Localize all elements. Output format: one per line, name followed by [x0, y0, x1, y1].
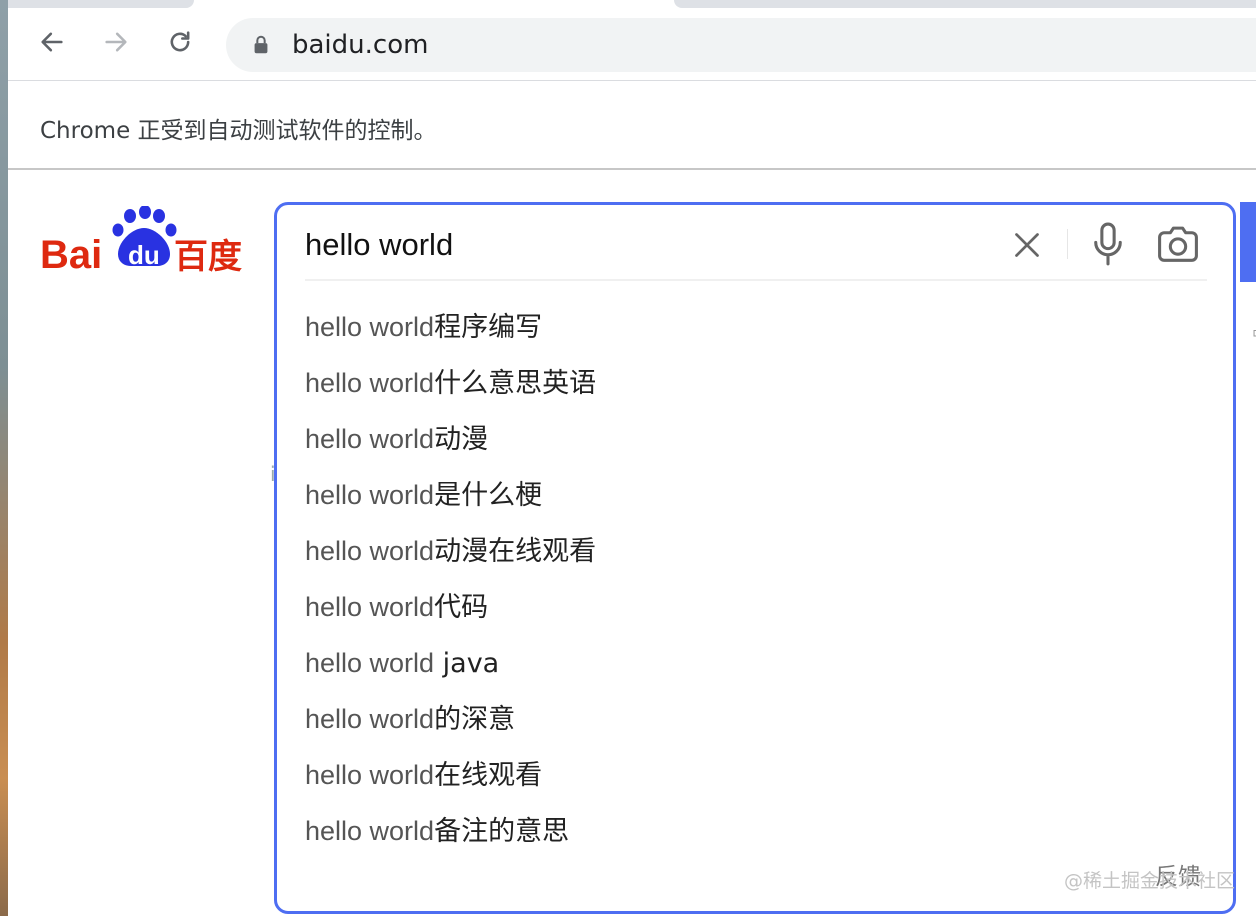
back-arrow-icon: [41, 32, 63, 52]
suggestion-item[interactable]: hello world什么意思英语: [277, 355, 1233, 411]
suggestion-query-part: hello world: [305, 816, 435, 846]
reload-icon: [170, 31, 190, 52]
baidu-logo[interactable]: Bai du 百度: [38, 206, 248, 276]
suggestion-query-part: hello world: [305, 760, 435, 790]
camera-icon[interactable]: [1155, 223, 1201, 267]
tab-next[interactable]: [674, 0, 1256, 8]
back-button[interactable]: [34, 24, 70, 60]
suggestion-item[interactable]: hello world代码: [277, 579, 1233, 635]
suggestion-completion: 在线观看: [434, 760, 543, 791]
suggestion-query-part: hello world: [305, 648, 435, 678]
tab-previous[interactable]: [8, 0, 194, 8]
suggestion-item[interactable]: hello world是什么梗: [277, 467, 1233, 523]
forward-arrow-icon: [105, 32, 127, 52]
suggestion-item[interactable]: hello world在线观看: [277, 747, 1233, 803]
clear-icon[interactable]: [1009, 227, 1045, 263]
svg-text:百度: 百度: [174, 237, 242, 276]
suggestion-completion: 代码: [434, 592, 489, 623]
tab-strip: [8, 0, 1256, 10]
obscured-icon-fragment: ▭: [1252, 322, 1256, 343]
suggestion-divider: [305, 279, 1207, 281]
suggestion-completion: 备注的意思: [434, 816, 570, 847]
suggestion-completion: 是什么梗: [434, 480, 543, 511]
suggestion-item[interactable]: hello world java: [277, 635, 1233, 691]
suggestion-item[interactable]: hello world备注的意思: [277, 803, 1233, 859]
microphone-icon[interactable]: [1089, 221, 1127, 267]
icon-separator: [1067, 229, 1068, 259]
lock-icon[interactable]: [250, 34, 272, 56]
suggestion-completion: 动漫: [434, 424, 489, 455]
suggestion-item[interactable]: hello world的深意: [277, 691, 1233, 747]
suggestion-item[interactable]: hello world程序编写: [277, 299, 1233, 355]
suggestion-query-part: hello world: [305, 592, 435, 622]
forward-button[interactable]: [98, 24, 134, 60]
suggestion-completion: 动漫在线观看: [434, 536, 597, 567]
search-input[interactable]: [305, 223, 945, 267]
watermark: @稀土掘金技术社区: [1064, 870, 1236, 892]
address-bar[interactable]: baidu.com: [226, 18, 1256, 72]
suggestion-query-part: hello world: [305, 704, 435, 734]
suggestion-completion: 什么意思英语: [434, 368, 597, 399]
suggestion-completion: java: [434, 648, 500, 679]
baidu-page: Bai du 百度 i ▭ hello world程序编写hello world…: [8, 172, 1256, 916]
suggestion-item[interactable]: hello world动漫在线观看: [277, 523, 1233, 579]
svg-text:Bai: Bai: [40, 233, 102, 276]
suggestion-completion: 的深意: [434, 704, 516, 735]
suggestion-query-part: hello world: [305, 424, 435, 454]
search-button-edge[interactable]: [1240, 202, 1256, 282]
infobar-text: Chrome 正受到自动测试软件的控制。: [40, 118, 437, 144]
svg-text:du: du: [128, 240, 160, 270]
browser-toolbar: baidu.com: [8, 10, 1256, 80]
suggestion-item[interactable]: hello world动漫: [277, 411, 1233, 467]
browser-window: baidu.com Chrome 正受到自动测试软件的控制。 Bai du 百度…: [8, 0, 1256, 916]
search-box: hello world程序编写hello world什么意思英语hello wo…: [274, 202, 1236, 914]
suggestion-query-part: hello world: [305, 480, 435, 510]
suggestion-list: hello world程序编写 hello world什么意思英语 hello wo…: [277, 299, 1233, 859]
suggestion-query-part: hello world: [305, 536, 435, 566]
suggestion-completion: 程序编写: [434, 312, 543, 343]
url-text[interactable]: baidu.com: [292, 30, 428, 60]
suggestion-query-part: hello world: [305, 312, 435, 342]
reload-button[interactable]: [162, 24, 198, 60]
suggestion-query-part: hello world: [305, 368, 435, 398]
automation-infobar: Chrome 正受到自动测试软件的控制。: [8, 80, 1256, 170]
desktop-background-strip: [0, 0, 8, 916]
